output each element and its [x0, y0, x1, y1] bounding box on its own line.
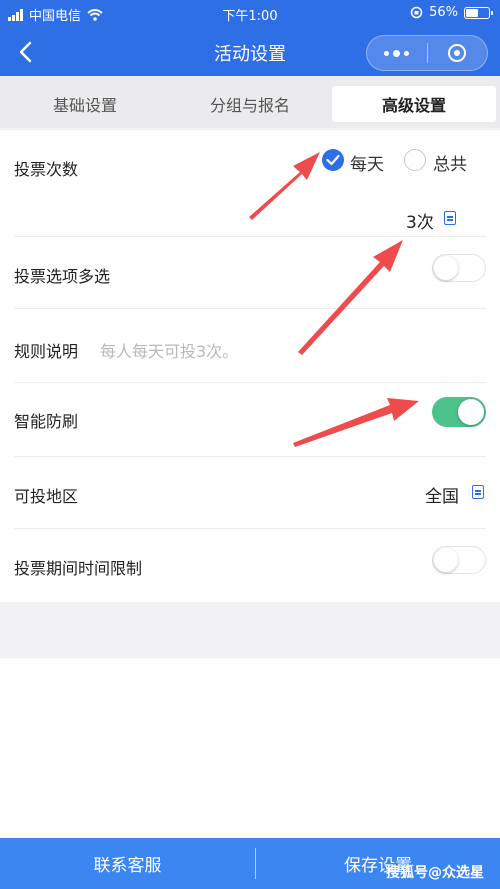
radio-total-label[interactable]: 总共 [433, 150, 467, 175]
radio-daily-label[interactable]: 每天 [350, 150, 384, 175]
divider [14, 456, 486, 457]
divider [14, 382, 486, 383]
tab-advanced-settings[interactable]: 高级设置 [332, 86, 496, 122]
battery-fill [466, 8, 478, 17]
region-value[interactable]: 全国 [425, 482, 459, 507]
tab-basic-settings[interactable]: 基础设置 [0, 86, 170, 122]
rules-label: 规则说明 [14, 342, 79, 361]
orientation-lock-icon [410, 6, 423, 19]
watermark-text: 搜狐号@众选星 [386, 865, 484, 881]
contact-support-button[interactable]: 联系客服 [0, 838, 255, 889]
divider [14, 308, 486, 309]
time-limit-toggle[interactable] [432, 546, 486, 574]
edit-doc-icon[interactable] [444, 211, 456, 225]
radio-total[interactable] [404, 149, 426, 171]
rules-text[interactable]: 每人每天可投3次。 [100, 338, 238, 362]
radio-daily[interactable] [322, 149, 344, 171]
divider [14, 236, 486, 237]
battery-icon [464, 6, 493, 19]
region-label: 可投地区 [14, 487, 79, 506]
settings-panel: 投票次数 每天 总共 3次 投票选项多选 规则说明 每人每天可投3次。 智能防刷… [0, 130, 500, 602]
section-gap [0, 602, 500, 658]
status-right: 56% [410, 5, 493, 20]
mini-program-capsule [366, 35, 488, 71]
divider [14, 528, 486, 529]
battery-percent: 56% [429, 5, 458, 20]
tab-bar: 基础设置 分组与报名 高级设置 [0, 76, 500, 128]
time-limit-label: 投票期间时间限制 [14, 559, 143, 578]
anti-spam-label: 智能防刷 [14, 412, 79, 431]
anti-spam-toggle[interactable] [432, 397, 486, 427]
status-bar: 中国电信 下午1:00 56% [0, 0, 500, 28]
check-icon [326, 154, 340, 166]
target-icon [448, 44, 467, 62]
close-button[interactable] [427, 36, 487, 70]
more-button[interactable] [367, 36, 427, 70]
vote-count-label: 投票次数 [14, 160, 79, 179]
blank-area [0, 658, 500, 838]
multi-select-label: 投票选项多选 [14, 267, 111, 286]
nav-bar: 活动设置 [0, 28, 500, 76]
edit-doc-icon[interactable] [472, 485, 484, 499]
vote-count-value[interactable]: 3次 [406, 208, 434, 233]
tab-groups-and-signup[interactable]: 分组与报名 [165, 86, 335, 122]
multi-select-toggle[interactable] [432, 254, 486, 282]
